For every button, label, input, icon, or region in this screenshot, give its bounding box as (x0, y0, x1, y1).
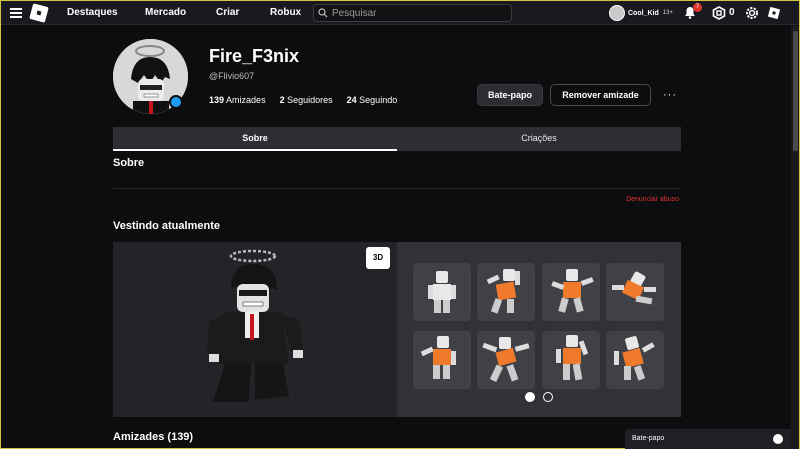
emote-figure-image (551, 269, 594, 313)
emote-figure-image (486, 269, 520, 314)
chat-bar-label: Bate-papo (632, 435, 665, 442)
avatar-3d-viewer[interactable] (113, 242, 397, 417)
remove-friend-button[interactable]: Remover amizade (550, 84, 651, 106)
nav-link-mercado[interactable]: Mercado (145, 7, 186, 18)
notification-badge: 7 (693, 3, 702, 12)
following-stat[interactable]: 24 Seguindo (347, 95, 398, 105)
followers-stat[interactable]: 2 Seguidores (280, 95, 333, 105)
search-bar[interactable] (313, 4, 512, 22)
online-status-icon (169, 95, 183, 109)
roblox-studio-icon[interactable] (766, 5, 782, 21)
emote-figure-image (612, 271, 656, 305)
about-title: Sobre (113, 157, 145, 169)
robux-icon[interactable] (712, 6, 726, 20)
user-menu[interactable]: Cool_Kid 13+ (609, 5, 673, 21)
tab-sobre[interactable]: Sobre (113, 127, 397, 151)
avatar-full-body-image (207, 249, 303, 402)
profile-stats: 139 Amizades 2 Seguidores 24 Seguindo (209, 95, 397, 105)
emote-tile[interactable] (413, 331, 471, 389)
nav-username: Cool_Kid (628, 9, 659, 17)
search-input[interactable] (332, 7, 502, 19)
emote-tile[interactable] (606, 263, 664, 321)
emote-figure-image (420, 336, 456, 379)
avatar (609, 5, 625, 21)
friends-stat[interactable]: 139 Amizades (209, 95, 266, 105)
chat-toggle-icon[interactable] (773, 434, 783, 444)
emote-figure-image (614, 336, 655, 381)
profile-handle: @Flivio607 (209, 71, 255, 81)
scrollbar-thumb[interactable] (793, 31, 798, 151)
menu-icon[interactable] (10, 8, 22, 18)
emote-tile[interactable] (542, 263, 600, 321)
tab-criacoes[interactable]: Criações (397, 127, 681, 151)
age-badge: 13+ (662, 10, 673, 16)
friends-section-title: Amizades (139) (113, 431, 194, 443)
emote-tile[interactable] (606, 331, 664, 389)
emote-tile[interactable] (542, 331, 600, 389)
nav-link-robux[interactable]: Robux (270, 7, 301, 18)
divider (113, 188, 681, 189)
profile-tabs: Sobre Criações (113, 127, 681, 151)
carousel-dot-1[interactable] (525, 392, 535, 402)
robux-count: 0 (729, 7, 735, 18)
chat-button[interactable]: Bate-papo (477, 84, 543, 106)
emote-figure-image (556, 335, 589, 381)
chat-bar[interactable]: Bate-papo (625, 429, 791, 449)
emote-figure-image (428, 271, 456, 313)
nav-link-criar[interactable]: Criar (216, 7, 239, 18)
wearing-title: Vestindo atualmente (113, 220, 220, 232)
more-options-icon[interactable]: ··· (663, 89, 677, 101)
toggle-3d-button[interactable]: 3D (366, 247, 390, 269)
roblox-logo-icon[interactable] (29, 3, 49, 23)
emote-tile[interactable] (477, 331, 535, 389)
profile-display-name: Fire_F3nix (209, 46, 300, 66)
carousel-dot-2[interactable] (543, 392, 553, 402)
nav-link-destaques[interactable]: Destaques (67, 7, 118, 18)
search-icon (318, 8, 328, 18)
emote-tile[interactable] (413, 263, 471, 321)
emote-figure-image (482, 337, 530, 382)
report-abuse-link[interactable]: Denunciar abuso (626, 196, 679, 203)
top-nav: Destaques Mercado Criar Robux Cool_Kid 1… (1, 1, 799, 25)
gear-icon[interactable] (744, 5, 760, 21)
emote-tile[interactable] (477, 263, 535, 321)
